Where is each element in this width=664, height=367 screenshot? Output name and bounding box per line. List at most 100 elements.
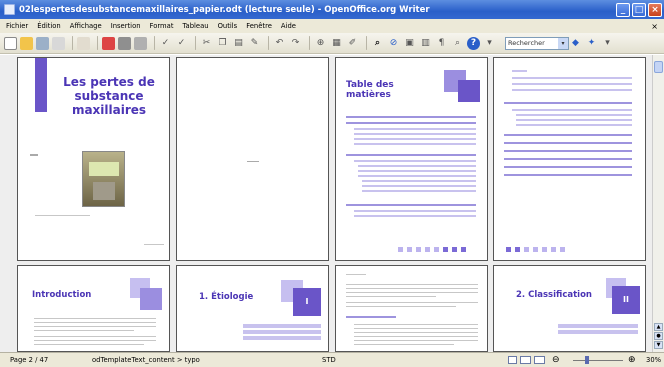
- navigator-icon[interactable]: ⊘: [387, 37, 400, 50]
- copy-icon[interactable]: ❐: [216, 37, 229, 50]
- toc-entry: [346, 122, 476, 124]
- toc-entry: [504, 150, 632, 152]
- edit-file-icon[interactable]: [77, 36, 90, 50]
- menu-tableau[interactable]: Tableau: [183, 22, 209, 30]
- book-view-icon[interactable]: [534, 356, 545, 364]
- table-icon[interactable]: ▦: [330, 37, 343, 50]
- zoom-out-icon[interactable]: ⊖: [552, 353, 560, 367]
- maximize-button[interactable]: □: [632, 2, 646, 17]
- toc-entry: [358, 170, 476, 172]
- cut-icon[interactable]: ✂: [200, 37, 213, 50]
- toc-entry: [354, 160, 476, 162]
- print-preview-icon[interactable]: [134, 36, 147, 50]
- minimize-button[interactable]: _: [616, 2, 630, 17]
- multi-page-view-icon[interactable]: [520, 356, 531, 364]
- page-blank[interactable]: [176, 57, 329, 261]
- close-window-button[interactable]: ×: [648, 2, 662, 17]
- search-options-icon[interactable]: ▾: [601, 37, 614, 50]
- title-bar: 02lespertesdesubstancemaxillaires_papier…: [0, 0, 664, 19]
- scrollbar-thumb[interactable]: [654, 61, 663, 73]
- navigation-icon[interactable]: ●: [654, 332, 663, 340]
- search-input[interactable]: Rechercher ▾: [505, 36, 569, 50]
- text-page-line: [354, 340, 478, 341]
- toc-entry: [512, 77, 632, 79]
- nonprinting-characters-icon[interactable]: ¶: [435, 37, 448, 50]
- document-area[interactable]: Les pertes de substance maxillaires Tabl…: [0, 55, 652, 352]
- menu-fichier[interactable]: Fichier: [6, 22, 28, 30]
- toc-page-dots: [506, 247, 569, 252]
- zoom-icon[interactable]: ⌕: [451, 37, 464, 50]
- new-document-icon[interactable]: [4, 36, 17, 50]
- format-paintbrush-icon[interactable]: ✎: [248, 37, 261, 50]
- blank-page-mark: [247, 161, 259, 162]
- text-page-line: [354, 328, 478, 329]
- help-icon[interactable]: ?: [467, 36, 480, 50]
- zoom-slider-knob[interactable]: [585, 356, 589, 364]
- page-etiology[interactable]: I 1. Étiologie: [176, 265, 329, 352]
- toc-entry: [512, 70, 527, 72]
- window-title: 02lespertesdesubstancemaxillaires_papier…: [19, 4, 430, 15]
- find-replace-icon[interactable]: ⌕: [371, 37, 384, 50]
- toc-entry: [516, 124, 632, 126]
- page-cover[interactable]: Les pertes de substance maxillaires: [17, 57, 170, 261]
- undo-icon[interactable]: ↶: [273, 37, 286, 50]
- cover-accent-bar: [35, 58, 47, 112]
- status-page-indicator[interactable]: Page 2 / 47: [10, 353, 48, 367]
- menu-fenetre[interactable]: Fenêtre: [246, 22, 272, 30]
- previous-page-icon[interactable]: ▲: [654, 323, 663, 331]
- find-next-icon[interactable]: ✦: [585, 37, 598, 50]
- menu-edition[interactable]: Édition: [37, 22, 61, 30]
- intro-text-line: [34, 336, 156, 337]
- toc-entry: [512, 109, 632, 111]
- toc-entry: [346, 116, 476, 118]
- export-pdf-icon[interactable]: [102, 36, 115, 50]
- cover-small-label: [30, 154, 38, 156]
- page-introduction[interactable]: Introduction: [17, 265, 170, 352]
- search-dropdown-icon[interactable]: ▾: [558, 37, 568, 49]
- open-folder-icon[interactable]: [20, 36, 33, 50]
- paste-icon[interactable]: ▤: [232, 37, 245, 50]
- zoom-slider-track[interactable]: [573, 360, 623, 361]
- find-previous-icon[interactable]: ◆: [569, 37, 582, 50]
- intro-title: Introduction: [32, 290, 92, 300]
- menu-format[interactable]: Format: [150, 22, 174, 30]
- zoom-in-icon[interactable]: ⊕: [628, 353, 636, 367]
- status-zoom-level[interactable]: 30%: [646, 353, 661, 367]
- etiology-toc-entry: [243, 336, 321, 340]
- email-icon[interactable]: [52, 36, 65, 50]
- save-icon[interactable]: [36, 36, 49, 50]
- intro-text-line: [34, 318, 156, 319]
- show-draw-functions-icon[interactable]: ✐: [346, 37, 359, 50]
- print-icon[interactable]: [118, 36, 131, 50]
- vertical-scrollbar[interactable]: ▲ ● ▼: [652, 55, 664, 352]
- toc-entry: [512, 83, 632, 85]
- gallery-icon[interactable]: ▣: [403, 37, 416, 50]
- page-toc-continued[interactable]: [493, 57, 646, 261]
- menu-aide[interactable]: Aide: [281, 22, 296, 30]
- status-paragraph-style[interactable]: odTemplateText_content > typo: [92, 353, 200, 367]
- next-page-icon[interactable]: ▼: [654, 341, 663, 349]
- close-document-icon[interactable]: ×: [651, 22, 658, 31]
- standard-toolbar: ✓ ✓ ✂ ❐ ▤ ✎ ↶ ↷ ⊕ ▦ ✐ ⌕ ⊘ ▣ ▥ ¶ ⌕ ? ▾ Re…: [0, 33, 664, 54]
- single-page-view-icon[interactable]: [508, 356, 517, 364]
- text-page-heading: [346, 316, 396, 318]
- toc-entry: [504, 174, 632, 176]
- cover-title: Les pertes de substance maxillaires: [63, 75, 155, 117]
- autospellcheck-icon[interactable]: ✓: [175, 37, 188, 50]
- menu-outils[interactable]: Outils: [218, 22, 238, 30]
- menu-affichage[interactable]: Affichage: [70, 22, 102, 30]
- hyperlink-icon[interactable]: ⊕: [314, 37, 327, 50]
- toolbar-separator: [97, 36, 98, 50]
- menu-insertion[interactable]: Insertion: [111, 22, 141, 30]
- cover-author-line: [35, 215, 90, 216]
- page-classification[interactable]: II 2. Classification: [493, 265, 646, 352]
- toc-entry: [504, 134, 632, 136]
- status-insert-mode[interactable]: STD: [322, 353, 336, 367]
- redo-icon[interactable]: ↷: [289, 37, 302, 50]
- data-sources-icon[interactable]: ▥: [419, 37, 432, 50]
- toolbar-separator: [366, 36, 367, 50]
- spellcheck-icon[interactable]: ✓: [159, 37, 172, 50]
- toolbar-options-icon[interactable]: ▾: [483, 37, 496, 50]
- page-toc[interactable]: Table des matières: [335, 57, 488, 261]
- page-text[interactable]: [335, 265, 488, 352]
